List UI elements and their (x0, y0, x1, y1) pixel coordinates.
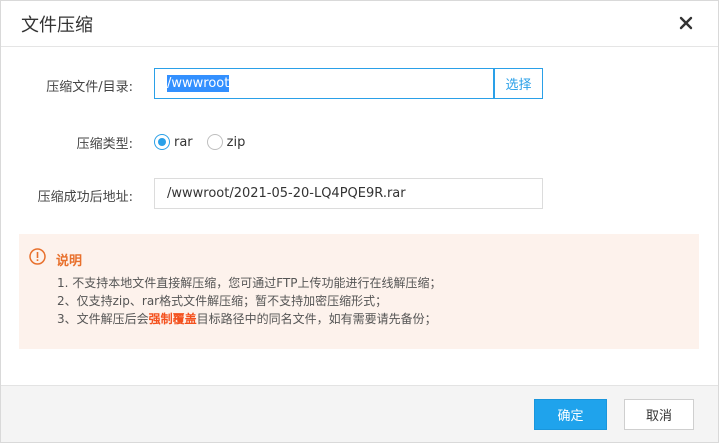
notice-box: 说明 1. 不支持本地文件直接解压缩，您可通过FTP上传功能进行在线解压缩； 2… (19, 234, 699, 349)
notice-line-2: 2、仅支持zip、rar格式文件解压缩；暂不支持加密压缩形式； (57, 294, 388, 308)
close-icon[interactable] (676, 13, 696, 33)
compress-type-radio-group: rar zip (154, 132, 259, 152)
dialog-footer: 确定 取消 (1, 385, 718, 442)
radio-option-zip[interactable]: zip (206, 134, 246, 150)
type-label: 压缩类型: (76, 137, 133, 152)
notice-title: 说明 (56, 254, 83, 269)
source-path-input[interactable]: /wwwroot (154, 68, 494, 99)
source-path-value: /wwwroot (167, 75, 230, 92)
compress-dialog: 文件压缩 压缩文件/目录: /wwwroot 选择 压缩类型: rar zip … (0, 0, 719, 443)
source-field-group: /wwwroot 选择 (154, 68, 543, 99)
dest-label: 压缩成功后地址: (37, 190, 133, 205)
cancel-button[interactable]: 取消 (624, 399, 694, 430)
close-icon-glyph (679, 16, 693, 30)
radio-rar[interactable] (154, 134, 170, 150)
notice-line-1: 1. 不支持本地文件直接解压缩，您可通过FTP上传功能进行在线解压缩； (57, 276, 442, 290)
alert-circle-icon (29, 248, 46, 265)
source-label: 压缩文件/目录: (46, 80, 133, 95)
notice-lines: 1. 不支持本地文件直接解压缩，您可通过FTP上传功能进行在线解压缩； 2、仅支… (57, 274, 442, 328)
notice-line-3-prefix: 3、文件解压后会 (57, 312, 149, 326)
notice-line-3: 3、文件解压后会强制覆盖目标路径中的同名文件，如有需要请先备份； (57, 310, 442, 328)
dialog-header: 文件压缩 (1, 1, 718, 47)
notice-line-3-highlight: 强制覆盖 (148, 312, 197, 326)
dest-path-input[interactable]: /wwwroot/2021-05-20-LQ4PQE9R.rar (154, 178, 543, 209)
choose-button[interactable]: 选择 (494, 68, 543, 99)
radio-zip[interactable] (206, 134, 223, 150)
radio-zip-label: zip (226, 134, 246, 150)
dest-path-value: /wwwroot/2021-05-20-LQ4PQE9R.rar (167, 186, 406, 201)
dialog-title: 文件压缩 (21, 15, 93, 36)
ok-button[interactable]: 确定 (534, 399, 607, 430)
radio-option-rar[interactable]: rar (154, 134, 193, 150)
notice-line-3-suffix: 目标路径中的同名文件，如有需要请先备份； (196, 312, 437, 326)
radio-rar-label: rar (174, 134, 193, 150)
